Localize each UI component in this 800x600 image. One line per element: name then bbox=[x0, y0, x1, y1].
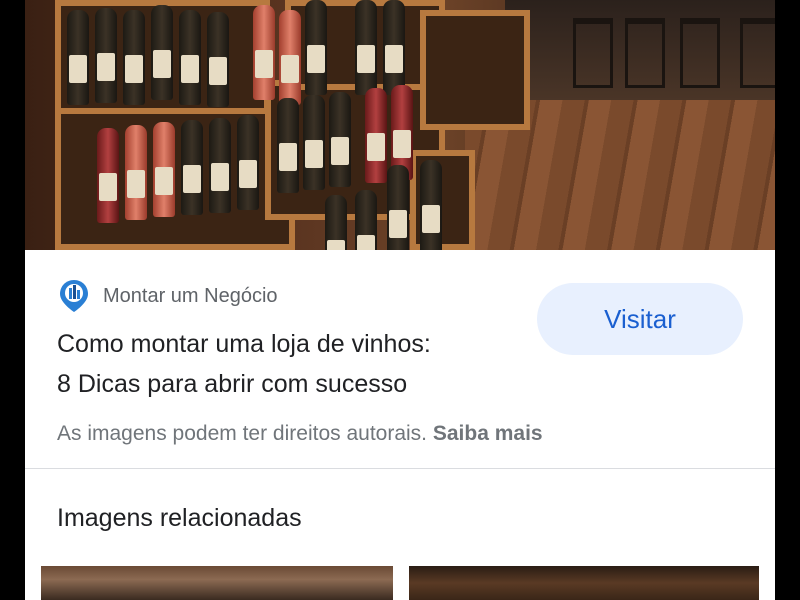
result-title-line: Como montar uma loja de vinhos: bbox=[57, 330, 431, 358]
result-title[interactable]: Como montar uma loja de vinhos: 8 Dicas … bbox=[57, 324, 527, 404]
image-bottle bbox=[125, 125, 147, 220]
image-bottle bbox=[253, 5, 275, 100]
learn-more-link[interactable]: Saiba mais bbox=[433, 422, 543, 445]
image-bottle bbox=[209, 118, 231, 213]
image-bottle bbox=[67, 10, 89, 105]
image-bottle bbox=[237, 115, 259, 210]
divider bbox=[25, 468, 775, 469]
image-chair bbox=[573, 18, 613, 88]
image-bottle bbox=[355, 190, 377, 250]
image-chair bbox=[625, 18, 665, 88]
image-bottle bbox=[383, 0, 405, 95]
image-bottle bbox=[303, 95, 325, 190]
image-bottle bbox=[387, 165, 409, 250]
image-bottle bbox=[420, 160, 442, 250]
image-bottle bbox=[97, 128, 119, 223]
image-bottle bbox=[151, 5, 173, 100]
location-pin-logo-icon bbox=[60, 280, 88, 312]
image-bottle bbox=[153, 122, 175, 217]
image-bottle bbox=[305, 0, 327, 95]
image-bottle bbox=[181, 120, 203, 215]
related-images-heading: Imagens relacionadas bbox=[57, 504, 302, 532]
related-image-thumbnail[interactable] bbox=[409, 566, 759, 600]
image-chair bbox=[680, 18, 720, 88]
source-name: Montar um Negócio bbox=[103, 284, 278, 307]
image-bottle bbox=[123, 10, 145, 105]
result-title-line: 8 Dicas para abrir com sucesso bbox=[57, 370, 408, 398]
visit-button[interactable]: Visitar bbox=[537, 283, 743, 355]
copyright-text: As imagens podem ter direitos autorais. bbox=[57, 422, 428, 445]
image-bottle bbox=[279, 10, 301, 105]
copyright-notice: As imagens podem ter direitos autorais. … bbox=[57, 422, 543, 446]
related-image-thumbnail[interactable] bbox=[41, 566, 393, 600]
image-bottle bbox=[179, 10, 201, 105]
image-bottle bbox=[365, 88, 387, 183]
source-row[interactable]: Montar um Negócio bbox=[58, 278, 278, 314]
image-bottle bbox=[329, 92, 351, 187]
image-wine-crate bbox=[420, 10, 530, 130]
image-chair bbox=[740, 18, 775, 88]
image-bottle bbox=[207, 12, 229, 107]
image-bottle bbox=[355, 0, 377, 95]
image-bottle bbox=[95, 8, 117, 103]
image-wine-crate bbox=[55, 108, 295, 250]
result-card: Montar um Negócio Como montar uma loja d… bbox=[25, 250, 775, 600]
result-image[interactable] bbox=[25, 0, 775, 250]
image-bottle bbox=[277, 98, 299, 193]
image-bottle bbox=[325, 195, 347, 250]
